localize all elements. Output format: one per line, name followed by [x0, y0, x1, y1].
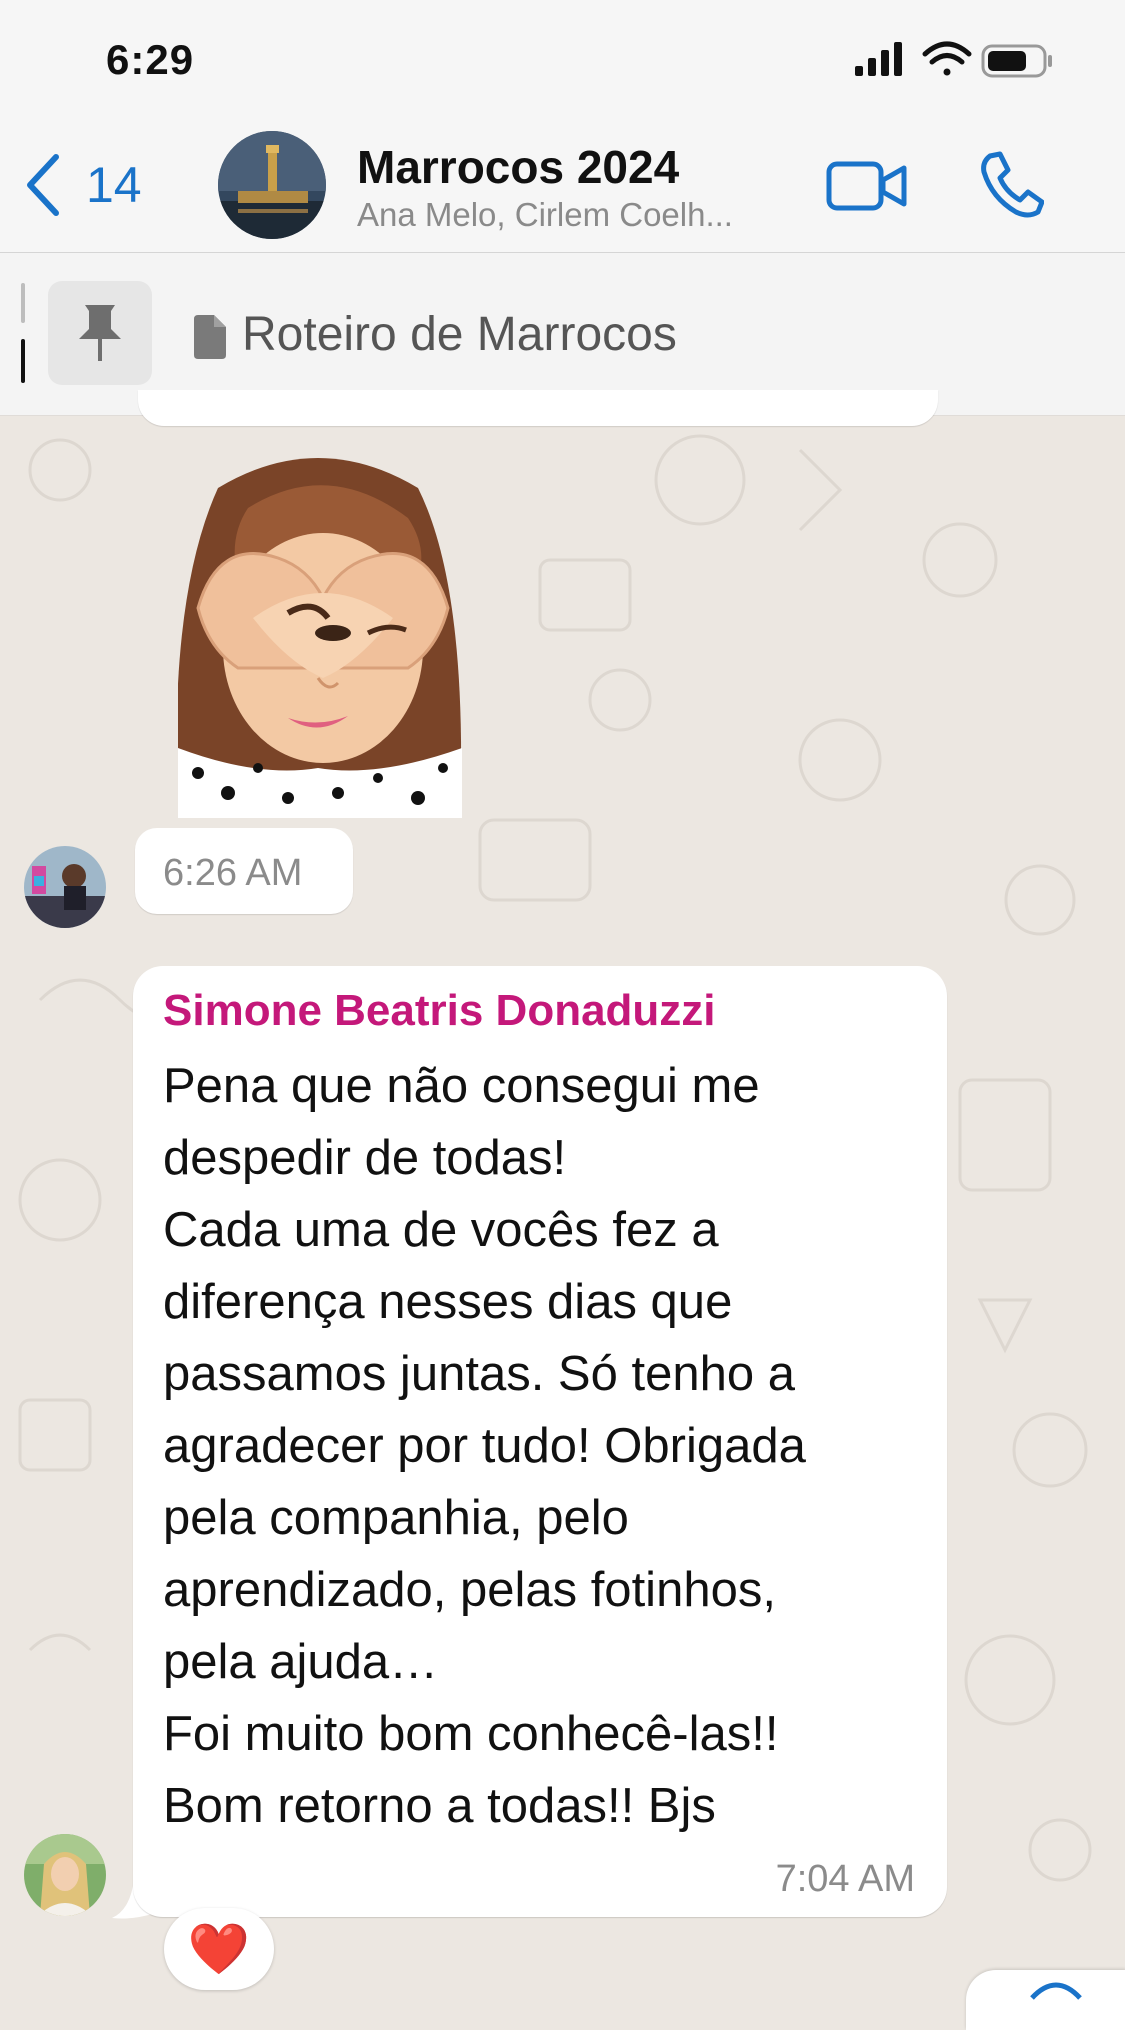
- sender-name[interactable]: Simone Beatris Donaduzzi: [163, 986, 716, 1036]
- message-line: Foi muito bom conhecê-las!!: [163, 1707, 779, 1761]
- pin-indicator-active: [21, 339, 25, 383]
- group-members[interactable]: Ana Melo, Cirlem Coelh...: [357, 196, 787, 234]
- wifi-icon: [922, 41, 972, 76]
- chat-header: 14 Marrocos 2024 Ana Melo, Cirlem Coelh.…: [0, 120, 1125, 253]
- message-line: pela companhia, pelo: [163, 1491, 629, 1545]
- sender-avatar-simone[interactable]: [24, 1834, 106, 1916]
- status-icons: [855, 41, 1052, 78]
- message-line: Pena que não consegui me: [163, 1059, 760, 1113]
- chevron-down-icon: [1030, 1982, 1082, 2000]
- unread-count: 14: [86, 157, 142, 213]
- message-line: despedir de todas!: [163, 1131, 567, 1185]
- message-line: aprendizado, pelas fotinhos,: [163, 1563, 776, 1617]
- reaction-heart[interactable]: ❤️: [164, 1908, 274, 1990]
- pin-indicator-inactive: [21, 283, 25, 323]
- heart-icon: ❤️: [187, 1919, 251, 1978]
- message-bubble[interactable]: Simone Beatris Donaduzzi Pena que não co…: [133, 966, 947, 1917]
- status-time: 6:29: [106, 36, 195, 83]
- pin-button[interactable]: [48, 281, 152, 385]
- group-avatar[interactable]: [218, 131, 326, 239]
- message-line: passamos juntas. Só tenho a: [163, 1347, 795, 1401]
- heart-hands-avatar-sticker[interactable]: [176, 448, 462, 818]
- back-button[interactable]: 14: [24, 150, 142, 220]
- sender-avatar[interactable]: [24, 846, 106, 928]
- message-line: diferença nesses dias que: [163, 1275, 733, 1329]
- sticker-timestamp-bubble: 6:26 AM: [135, 828, 353, 914]
- scroll-to-bottom-button[interactable]: [966, 1970, 1125, 2030]
- group-name[interactable]: Marrocos 2024: [357, 140, 679, 194]
- message-text: Pena que não consegui me despedir de tod…: [163, 1050, 943, 1842]
- message-line: Cada uma de vocês fez a: [163, 1203, 719, 1257]
- message-line: Bom retorno a todas!! Bjs: [163, 1779, 716, 1833]
- message-time: 6:26 AM: [163, 852, 303, 894]
- previous-message-bubble[interactable]: [138, 390, 938, 426]
- document-icon: [194, 315, 226, 359]
- message-line: pela ajuda…: [163, 1635, 439, 1689]
- pinned-title: Roteiro de Marrocos: [242, 308, 677, 361]
- status-bar: 6:29: [0, 0, 1125, 120]
- message-time: 7:04 AM: [775, 1858, 915, 1900]
- message-line: agradecer por tudo! Obrigada: [163, 1419, 806, 1473]
- signal-icon: [855, 42, 902, 76]
- battery-icon: [981, 44, 1052, 78]
- video-call-icon[interactable]: [826, 156, 908, 216]
- pin-icon: [79, 305, 121, 361]
- voice-call-icon[interactable]: [978, 150, 1044, 220]
- back-chevron-icon: [27, 154, 59, 216]
